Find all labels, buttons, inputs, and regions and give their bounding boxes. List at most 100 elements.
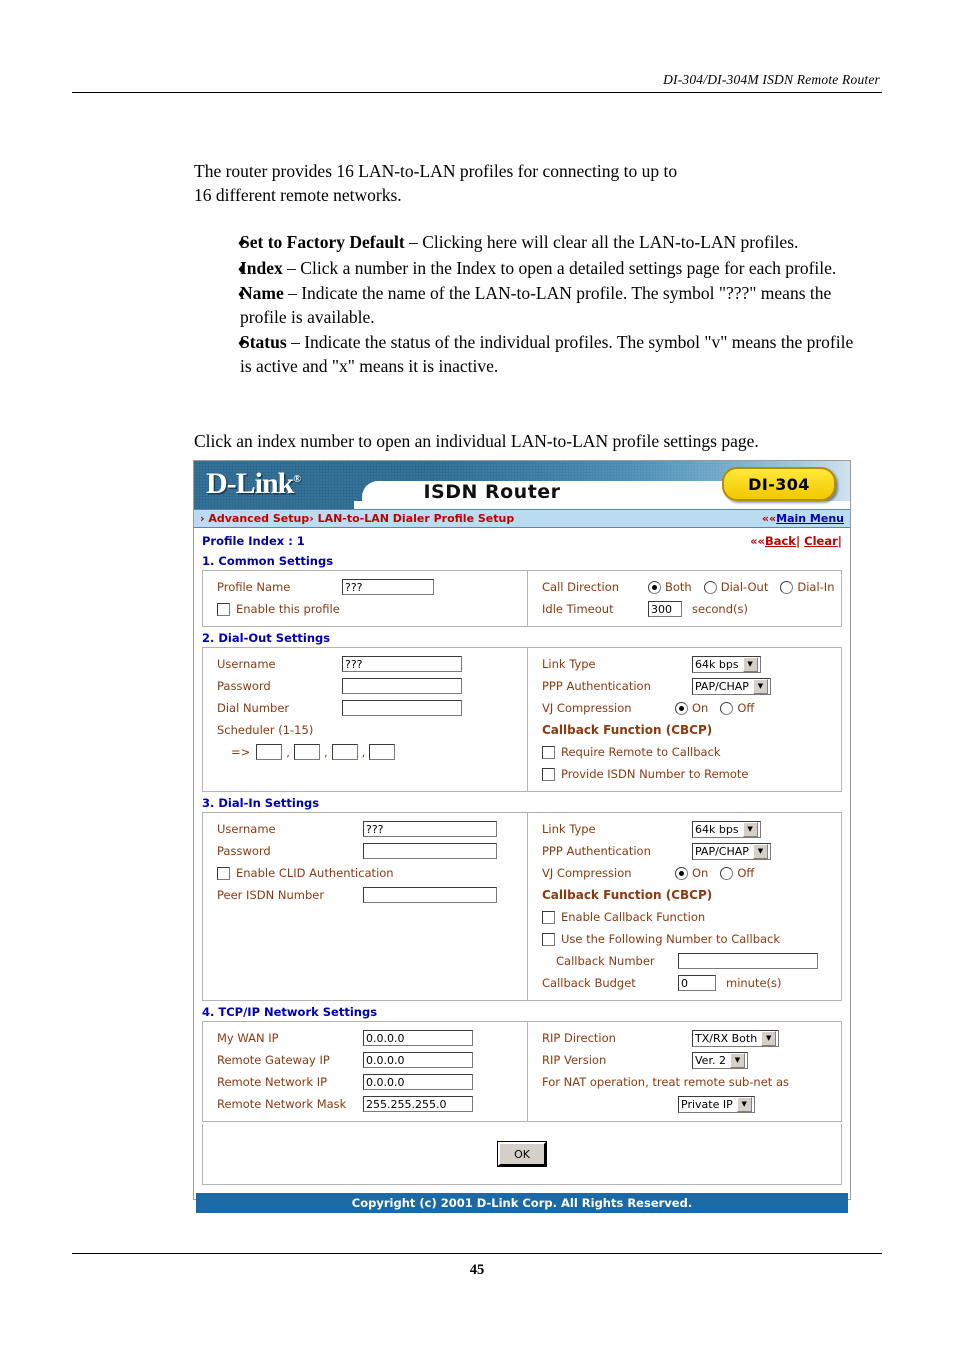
dialout-vj-label: VJ Compression — [542, 701, 632, 715]
section-title-tcpip: 4. TCP/IP Network Settings — [202, 1005, 378, 1019]
scheduler-input-1[interactable] — [256, 744, 283, 760]
dialout-username-input[interactable]: ??? — [342, 656, 462, 672]
provide-isdn-number-label: Provide ISDN Number to Remote — [561, 767, 749, 781]
dial-number-input[interactable] — [342, 700, 462, 716]
list-item: ♦ Set to Factory Default – Clicking here… — [194, 231, 864, 257]
section-title-dial-out: 2. Dial-Out Settings — [202, 631, 331, 645]
dialout-password-input[interactable] — [342, 678, 462, 694]
enable-callback-checkbox[interactable] — [542, 910, 555, 924]
dialout-vj-radio-on[interactable] — [675, 701, 688, 715]
field-dialout-username: Username ??? — [203, 653, 527, 675]
clear-link[interactable]: Clear — [804, 534, 838, 548]
idle-timeout-input[interactable]: 300 — [648, 601, 682, 617]
dial-out-right-column: Link Type 64k bps ▼ PPP Authentication PA… — [528, 648, 841, 791]
my-wan-ip-label: My WAN IP — [217, 1031, 279, 1045]
scheduler-arrow: => — [231, 745, 251, 759]
profile-action-links: ««Back| Clear| — [750, 534, 842, 548]
tcpip-right-column: RIP Direction TX/RX Both ▼ RIP Version Ve… — [528, 1022, 841, 1121]
remote-gateway-ip-input[interactable]: 0.0.0.0 — [363, 1052, 473, 1068]
intro-paragraph: The router provides 16 LAN-to-LAN profil… — [194, 161, 678, 205]
field-idle-timeout: Idle Timeout 300 second(s) — [528, 598, 846, 620]
enable-profile-checkbox[interactable] — [217, 602, 230, 616]
rip-version-select[interactable]: Ver. 2 ▼ — [692, 1051, 748, 1069]
field-enable-profile[interactable]: Enable this profile — [203, 598, 527, 620]
list-item: ♦ Status – Indicate the status of the in… — [194, 331, 864, 380]
dialout-callback-title-row: Callback Function (CBCP) — [528, 719, 841, 741]
call-direction-label: Call Direction — [542, 580, 620, 594]
profile-name-input[interactable]: ??? — [342, 579, 434, 595]
callback-budget-input[interactable]: 0 — [678, 975, 716, 991]
nat-subnet-select[interactable]: Private IP ▼ — [678, 1095, 755, 1113]
dialout-vj-radio-off[interactable] — [720, 701, 734, 715]
scheduler-sep-2: , — [323, 745, 328, 759]
callback-number-input[interactable] — [678, 953, 818, 969]
call-direction-radio-both[interactable] — [648, 580, 661, 594]
dialout-link-type-label: Link Type — [542, 657, 596, 671]
dialin-password-label: Password — [217, 844, 271, 858]
peer-isdn-number-input[interactable] — [363, 887, 497, 903]
dialin-username-input[interactable]: ??? — [363, 821, 497, 837]
dialin-ppp-auth-value: PAP/CHAP — [695, 844, 749, 858]
back-link[interactable]: Back — [765, 534, 796, 548]
main-menu-link[interactable]: ««Main Menu — [762, 512, 844, 525]
my-wan-ip-input[interactable]: 0.0.0.0 — [363, 1030, 473, 1046]
field-dialout-password: Password — [203, 675, 527, 697]
list-item-term: Status — [240, 332, 287, 352]
call-direction-radio-dial-in[interactable] — [780, 580, 794, 594]
list-item-dash: – — [286, 332, 305, 352]
list-item-text: Index – Click a number in the Index to o… — [240, 257, 864, 281]
main-menu-prefix: « — [761, 512, 770, 525]
list-item: ♦ Index – Click a number in the Index to… — [194, 257, 864, 283]
rip-direction-select[interactable]: TX/RX Both ▼ — [692, 1029, 780, 1047]
scheduler-label: Scheduler (1-15) — [217, 723, 314, 737]
dialin-link-type-select[interactable]: 64k bps ▼ — [692, 820, 761, 838]
profile-index-row: Profile Index : 1 ««Back| Clear| — [194, 528, 850, 552]
main-menu-label: Main Menu — [776, 512, 844, 525]
field-remote-gateway-ip: Remote Gateway IP 0.0.0.0 — [203, 1049, 527, 1071]
clid-auth-checkbox[interactable] — [217, 866, 230, 880]
field-require-remote-callback[interactable]: Require Remote to Callback — [528, 741, 841, 763]
dialin-ppp-auth-select[interactable]: PAP/CHAP ▼ — [692, 842, 771, 860]
dialin-vj-label: VJ Compression — [542, 866, 632, 880]
diamond-bullet-icon: ♦ — [238, 260, 245, 276]
require-remote-callback-checkbox[interactable] — [542, 745, 555, 759]
dialin-password-input[interactable] — [363, 843, 497, 859]
field-dial-number: Dial Number — [203, 697, 527, 719]
field-callback-budget: Callback Budget 0 minute(s) — [528, 972, 841, 994]
field-dialout-ppp-auth: PPP Authentication PAP/CHAP ▼ — [528, 675, 841, 697]
use-following-number-checkbox[interactable] — [542, 932, 555, 946]
field-clid-auth[interactable]: Enable CLID Authentication — [203, 862, 527, 884]
provide-isdn-number-checkbox[interactable] — [542, 767, 555, 781]
document-body: The router provides 16 LAN-to-LAN profil… — [194, 160, 864, 380]
section-title-common: 1. Common Settings — [202, 554, 334, 568]
call-direction-radio-dial-out[interactable] — [703, 580, 717, 594]
remote-network-ip-input[interactable]: 0.0.0.0 — [363, 1074, 473, 1090]
scheduler-input-2[interactable] — [293, 744, 320, 760]
dialin-ppp-auth-label: PPP Authentication — [542, 844, 651, 858]
dialout-link-type-select[interactable]: 64k bps ▼ — [692, 655, 761, 673]
dialin-vj-radio-off[interactable] — [720, 866, 734, 880]
remote-network-mask-input[interactable]: 255.255.255.0 — [363, 1096, 473, 1112]
dialout-vj-option-on: On — [692, 701, 709, 715]
field-enable-callback[interactable]: Enable Callback Function — [528, 906, 841, 928]
document-header: DI-304/DI-304M ISDN Remote Router — [72, 72, 882, 93]
dialout-ppp-auth-select[interactable]: PAP/CHAP ▼ — [692, 677, 771, 695]
header-rule — [72, 92, 882, 93]
scheduler-sep-1: , — [286, 745, 290, 759]
idle-timeout-label: Idle Timeout — [542, 602, 614, 616]
diamond-bullet-icon: ♦ — [238, 235, 245, 250]
dialout-ppp-auth-value: PAP/CHAP — [695, 679, 749, 693]
field-use-following-number[interactable]: Use the Following Number to Callback — [528, 928, 841, 950]
dial-in-left-column: Username ??? Password Enable CLID Authen… — [203, 813, 528, 1000]
document-header-title: DI-304/DI-304M ISDN Remote Router — [663, 72, 880, 87]
back-prefix2: « — [757, 534, 765, 548]
scheduler-input-3[interactable] — [331, 744, 358, 760]
ok-button[interactable]: OK — [498, 1142, 546, 1166]
callback-budget-unit: minute(s) — [726, 976, 782, 990]
scheduler-input-4[interactable] — [369, 744, 396, 760]
call-direction-option-both: Both — [665, 580, 692, 594]
field-provide-isdn-number[interactable]: Provide ISDN Number to Remote — [528, 763, 841, 785]
dialin-vj-radio-on[interactable] — [675, 866, 688, 880]
field-remote-network-ip: Remote Network IP 0.0.0.0 — [203, 1071, 527, 1093]
panel-dial-out-settings: Username ??? Password Dial Number Schedu… — [202, 647, 842, 792]
